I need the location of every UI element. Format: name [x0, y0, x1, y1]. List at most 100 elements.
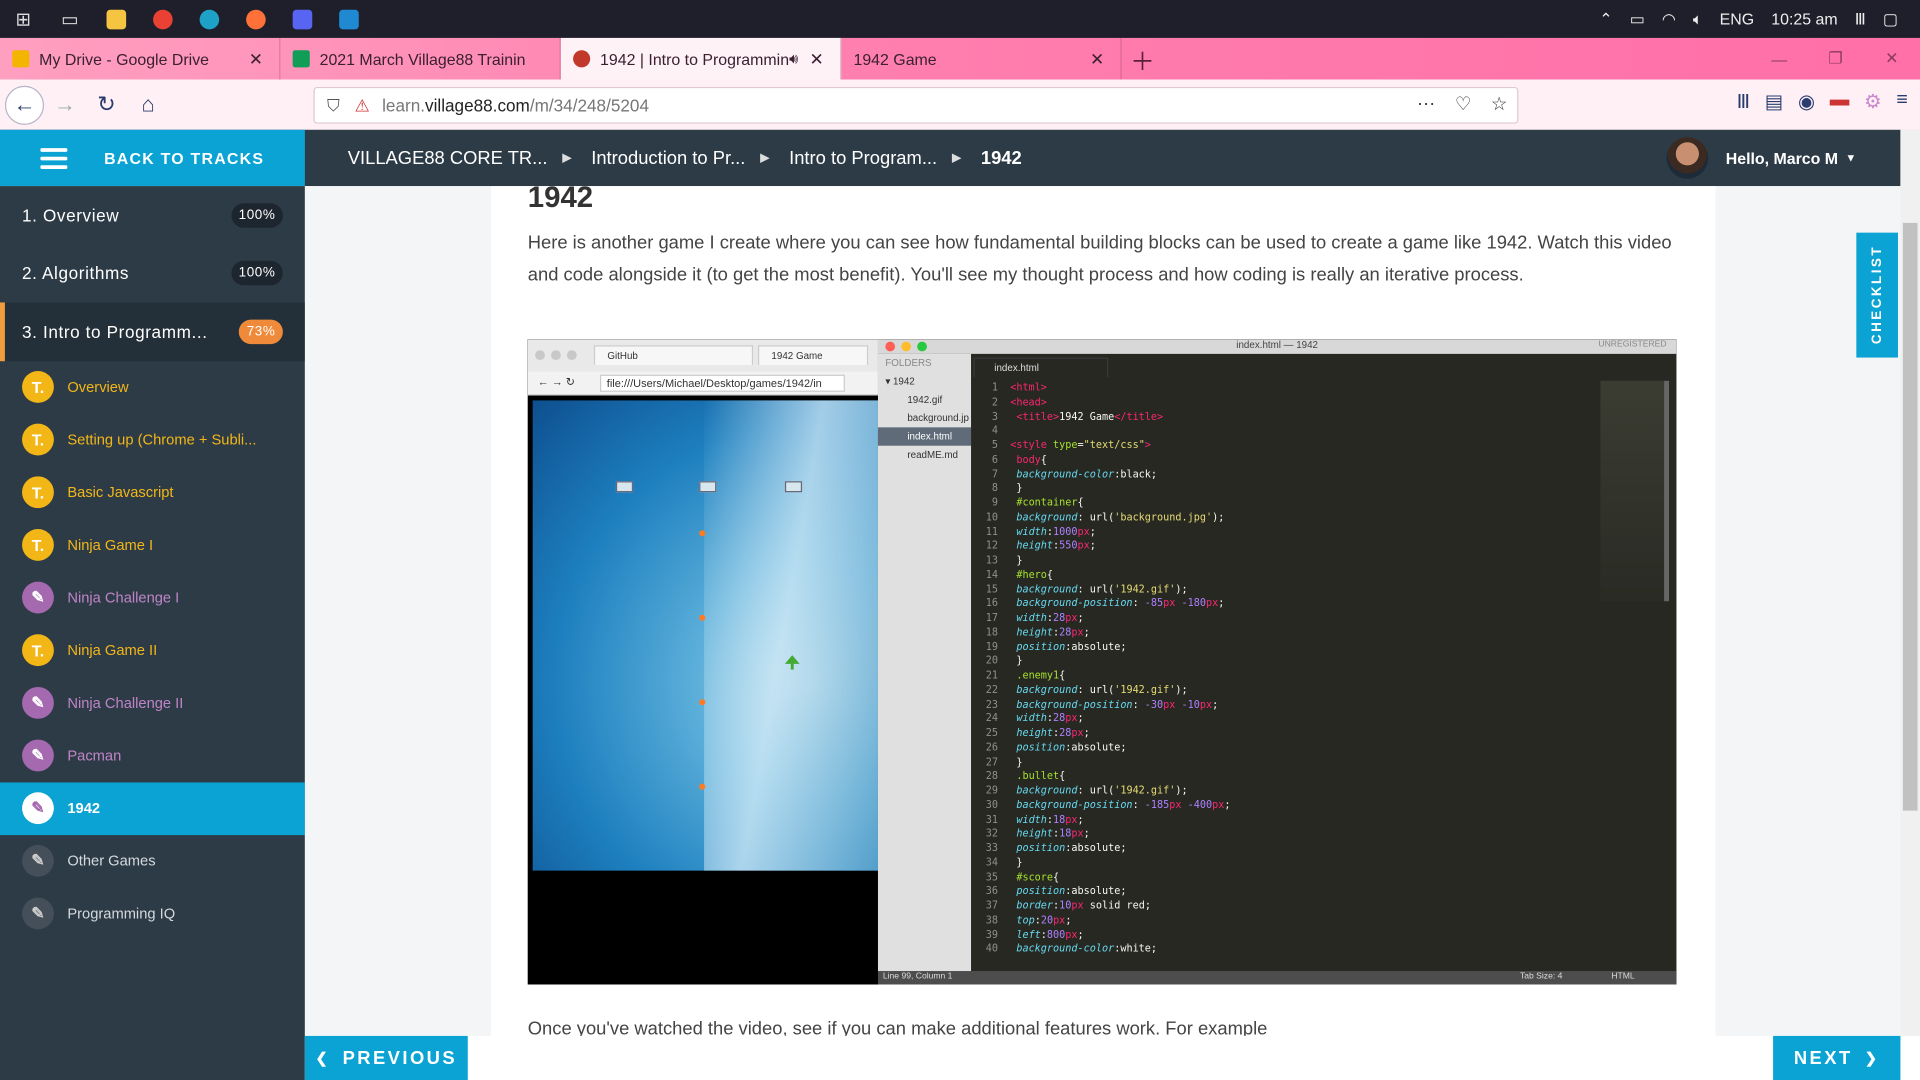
module-overview[interactable]: 1. Overview 100% — [0, 186, 305, 244]
close-icon[interactable]: ✕ — [1086, 48, 1108, 69]
text-lesson-icon: T. — [22, 528, 54, 561]
back-to-tracks-button[interactable]: BACK TO TRACKS — [0, 129, 305, 187]
folder-name: ▾ 1942 — [885, 375, 915, 387]
user-menu[interactable]: Hello, Marco M ▼ — [1666, 137, 1856, 179]
account-icon[interactable]: ◉ — [1798, 89, 1815, 113]
more-actions-icon[interactable]: ··· — [1417, 93, 1435, 115]
video-browser-url: file:///Users/Michael/Desktop/games/1942… — [599, 374, 845, 392]
module-label: 1. Overview — [22, 205, 120, 226]
new-tab-button[interactable]: ＋ — [1122, 38, 1164, 80]
previous-button[interactable]: ❮ PREVIOUS — [304, 1035, 468, 1080]
speaker-icon[interactable]: 🔊︎ — [789, 50, 798, 68]
volume-icon[interactable]: 🔈︎ — [1693, 9, 1703, 29]
lesson-programming-iq[interactable]: ✎ Programming IQ — [0, 887, 305, 940]
text-lesson-icon: T. — [22, 371, 54, 403]
tab-google-drive[interactable]: My Drive - Google Drive ✕ — [0, 37, 281, 80]
module-algorithms[interactable]: 2. Algorithms 100% — [0, 244, 305, 302]
lesson-overview[interactable]: T. Overview — [0, 361, 305, 414]
breadcrumb-track[interactable]: VILLAGE88 CORE TR... — [348, 148, 548, 169]
language-indicator[interactable]: ENG — [1720, 10, 1754, 28]
checklist-tab[interactable]: CHECKLIST — [1856, 232, 1898, 358]
pocket-icon[interactable]: ♡ — [1455, 93, 1471, 115]
restore-icon[interactable]: ❐ — [1807, 38, 1863, 80]
lesson-label: Ninja Challenge I — [67, 588, 180, 607]
game-canvas — [532, 400, 888, 871]
extension-icon[interactable]: ▬ — [1830, 89, 1850, 113]
pencil-icon: ✎ — [22, 844, 54, 877]
chevron-right-icon: ▶ — [562, 151, 572, 165]
lesson-setting-up[interactable]: T. Setting up (Chrome + Subli... — [0, 413, 305, 466]
tab-training-sheet[interactable]: 2021 March Village88 Training — [280, 37, 561, 80]
page-scrollbar[interactable] — [1900, 129, 1920, 1036]
forward-arrow-icon[interactable]: → — [44, 84, 86, 126]
window-dots — [535, 350, 577, 361]
lesson-label: Overview — [67, 378, 129, 396]
discord-icon[interactable] — [279, 0, 326, 38]
back-arrow-icon[interactable]: ← — [4, 85, 45, 125]
progress-badge: 100% — [231, 202, 283, 228]
lesson-ninja-challenge-1[interactable]: ✎ Ninja Challenge I — [0, 571, 305, 624]
lesson-label: Ninja Challenge II — [67, 694, 184, 712]
clock[interactable]: 10:25 am — [1771, 10, 1837, 28]
home-icon[interactable]: ⌂ — [127, 84, 169, 126]
url-bar[interactable]: ⛉ ⚠ learn. village88.com/m/34/248/5204 ··… — [313, 86, 1519, 124]
chrome-icon[interactable] — [140, 0, 187, 38]
close-window-icon[interactable]: ✕ — [1864, 38, 1920, 80]
lesson-card: 1942 Here is another game I create where… — [491, 186, 1716, 1036]
vscode-icon[interactable] — [326, 0, 373, 38]
next-button[interactable]: NEXT ❯ — [1773, 1035, 1901, 1080]
task-view-icon[interactable]: ▭ — [47, 0, 94, 38]
lesson-followup-text: Once you've watched the video, see if yo… — [527, 1018, 1268, 1036]
lesson-pacman[interactable]: ✎ Pacman — [0, 729, 305, 782]
tab-intro-programming[interactable]: 1942 | Intro to Programming 🔊︎ ✕ — [560, 37, 842, 80]
module-intro-programming[interactable]: 3. Intro to Programm... 73% — [0, 302, 305, 361]
lesson-ninja-challenge-2[interactable]: ✎ Ninja Challenge II — [0, 677, 305, 730]
browser-navbar: ← → ↻ ⌂ ⛉ ⚠ learn. village88.com/m/34/248… — [0, 79, 1920, 132]
reload-icon[interactable]: ↻ — [86, 84, 128, 126]
notifications-icon[interactable]: ▢ — [1883, 9, 1898, 29]
lesson-basic-javascript[interactable]: T. Basic Javascript — [0, 466, 305, 519]
extension-gear-icon[interactable]: ⚙ — [1864, 89, 1882, 113]
minimize-icon[interactable]: — — [1751, 38, 1807, 80]
scrollbar-thumb[interactable] — [1902, 222, 1918, 811]
close-icon[interactable]: ✕ — [245, 48, 267, 69]
file-explorer-icon[interactable] — [93, 0, 140, 38]
lesson-1942[interactable]: ✎ 1942 — [0, 781, 305, 835]
lesson-video[interactable]: GitHub 1942 Game ← → ↻ file:///Users/Mic… — [527, 339, 1677, 985]
wifi-icon[interactable]: ◠ — [1662, 9, 1676, 29]
lesson-other-games[interactable]: ✎ Other Games — [0, 834, 305, 887]
text-lesson-icon: T. — [22, 423, 54, 456]
shield-icon[interactable]: ⛉ — [327, 95, 340, 116]
lesson-label: 1942 — [67, 799, 101, 817]
firefox-icon[interactable] — [233, 0, 280, 38]
tab-title: My Drive - Google Drive — [39, 49, 210, 68]
insecure-lock-icon[interactable]: ⚠ — [354, 95, 369, 116]
module-label: 3. Intro to Programm... — [22, 321, 208, 342]
edge-icon[interactable] — [186, 0, 233, 38]
app-tray-icon[interactable]: Ⅲ — [1855, 9, 1866, 29]
bookmark-star-icon[interactable]: ☆ — [1491, 93, 1507, 115]
lesson-content-area: 1942 Here is another game I create where… — [304, 186, 1901, 1036]
breadcrumb-course[interactable]: Introduction to Pr... — [591, 148, 745, 169]
tab-title: 1942 | Intro to Programming — [600, 49, 790, 68]
file-item: index.html — [877, 427, 972, 446]
breadcrumb-module[interactable]: Intro to Program... — [789, 148, 937, 169]
url-domain: village88.com — [425, 95, 530, 116]
tab-1942-game[interactable]: 1942 Game ✕ — [841, 37, 1122, 80]
reader-view-icon[interactable]: ▤ — [1765, 89, 1784, 113]
menu-icon[interactable]: ≡ — [1896, 89, 1907, 113]
windows-start-icon[interactable]: ⊞ — [0, 0, 47, 38]
video-browser-address: ← → ↻ file:///Users/Michael/Desktop/game… — [527, 371, 881, 396]
lesson-label: Basic Javascript — [67, 483, 174, 501]
pencil-icon: ✎ — [22, 686, 54, 719]
hamburger-menu-icon[interactable] — [40, 147, 68, 169]
file-item: 1942.gif — [907, 394, 943, 406]
chevron-up-icon[interactable]: ⌃ — [1599, 9, 1612, 29]
lesson-ninja-game-1[interactable]: T. Ninja Game I — [0, 519, 305, 572]
library-icon[interactable]: Ⅲ — [1737, 89, 1751, 113]
battery-icon[interactable]: ▭ — [1630, 9, 1645, 29]
course-sidebar: 1. Overview 100% 2. Algorithms 100% 3. I… — [0, 186, 305, 1080]
lesson-ninja-game-2[interactable]: T. Ninja Game II — [0, 624, 305, 677]
windows-taskbar: ⊞ ▭ ⌃ ▭ ◠ 🔈︎ ENG 10:25 am Ⅲ ▢ — [0, 0, 1920, 38]
close-icon[interactable]: ✕ — [806, 48, 828, 69]
